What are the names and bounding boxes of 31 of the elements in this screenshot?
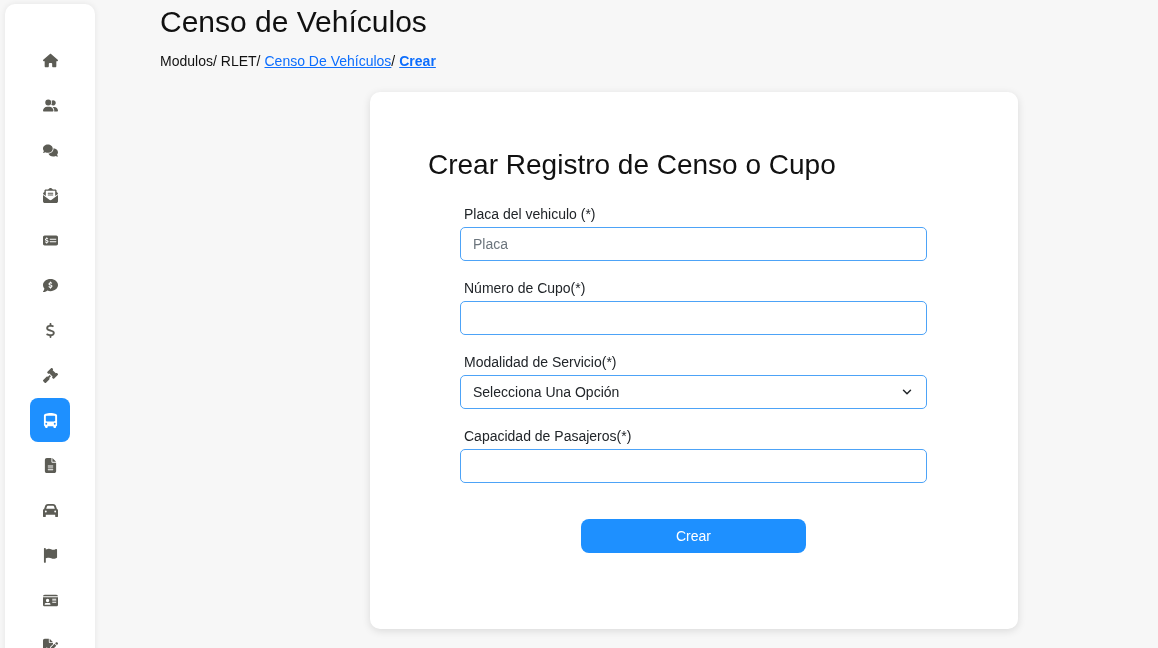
gavel-icon — [42, 367, 58, 383]
breadcrumb-separator: / — [212, 52, 217, 70]
input-field[interactable] — [460, 301, 927, 335]
breadcrumb-text: Modulos — [160, 52, 213, 70]
sidebar-item[interactable] — [30, 398, 70, 442]
open-envelope-icon — [42, 187, 58, 203]
id-card-icon — [42, 592, 58, 608]
breadcrumb-text: RLET — [220, 52, 257, 70]
submit-button[interactable]: Crear — [581, 519, 806, 553]
page-title: Censo de Vehículos — [160, 4, 428, 40]
input-field[interactable]: Placa — [460, 227, 927, 261]
bus-icon — [42, 412, 58, 428]
field-label: Placa del vehiculo (*) — [463, 206, 596, 223]
flag-icon — [42, 547, 58, 563]
field-label: Número de Cupo(*) — [463, 280, 586, 297]
breadcrumb-separator: / — [256, 52, 261, 70]
select-field[interactable]: Selecciona Una Opción — [460, 375, 927, 409]
home-icon — [42, 52, 58, 68]
field-label: Capacidad de Pasajeros(*) — [463, 428, 632, 445]
document-icon — [42, 457, 58, 473]
document-pen-icon — [42, 637, 58, 648]
car-icon — [42, 502, 58, 518]
input-field[interactable] — [460, 449, 927, 483]
comment-dollar-icon — [42, 277, 58, 293]
users-icon — [42, 97, 58, 113]
field-label: Modalidad de Servicio(*) — [463, 354, 617, 371]
comments-icon — [42, 142, 58, 158]
breadcrumb-link[interactable]: Censo De Vehículos — [264, 52, 392, 70]
breadcrumb-separator: / — [391, 52, 396, 70]
form-title: Crear Registro de Censo o Cupo — [428, 148, 837, 182]
breadcrumb-current-link[interactable]: Crear — [399, 52, 436, 70]
